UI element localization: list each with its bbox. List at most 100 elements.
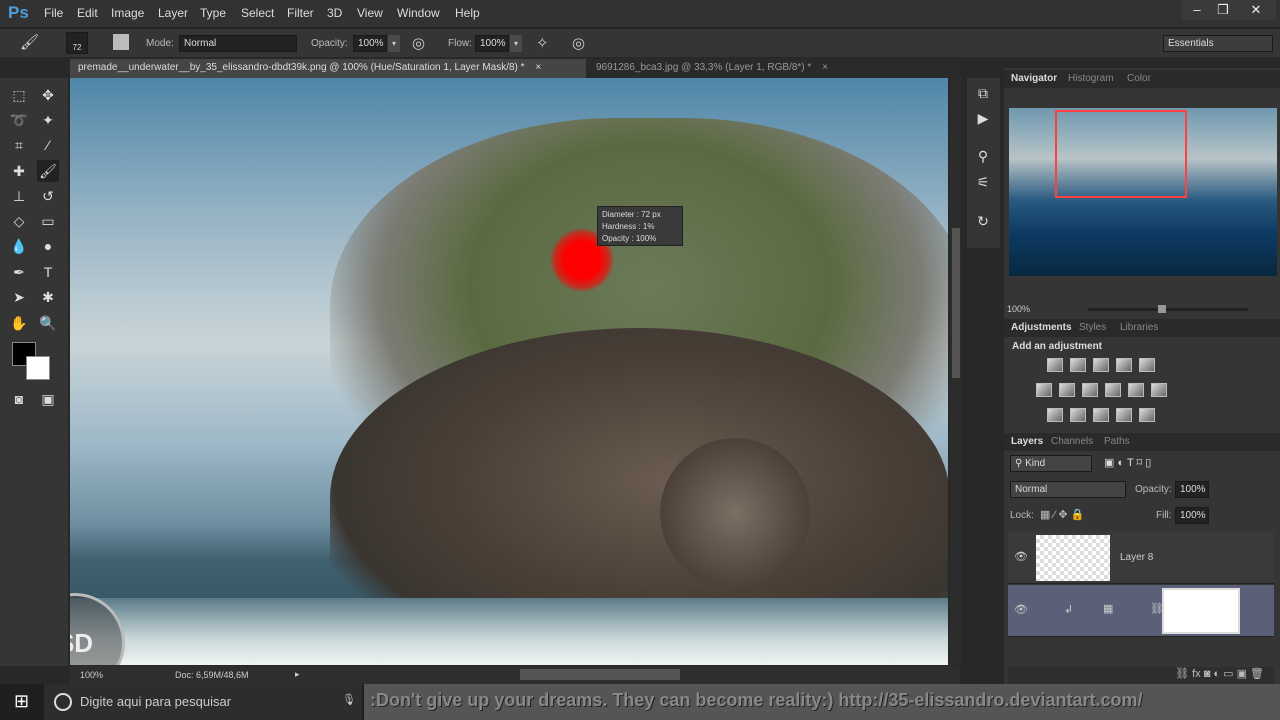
flow-input[interactable]: 100%	[475, 35, 509, 52]
tab-histogram[interactable]: Histogram	[1068, 73, 1114, 84]
menu-image[interactable]: Image	[111, 6, 144, 20]
color-lookup-icon[interactable]	[1151, 383, 1167, 397]
menu-edit[interactable]: Edit	[77, 6, 98, 20]
quick-mask-icon[interactable]: ◙	[8, 388, 30, 410]
history-brush-icon[interactable]: ↺	[37, 185, 59, 207]
filter-icons[interactable]: ▣ ◐ T ⌑ ▯	[1104, 456, 1151, 469]
photo-filter-icon[interactable]	[1105, 383, 1121, 397]
type-tool-icon[interactable]: T	[37, 261, 59, 283]
menu-filter[interactable]: Filter	[287, 6, 314, 20]
visibility-eye-icon[interactable]: 👁	[1014, 550, 1028, 563]
windows-start-icon[interactable]: ⊞	[14, 691, 29, 712]
background-color-swatch[interactable]	[26, 356, 50, 380]
opacity-input[interactable]: 100%	[353, 35, 387, 52]
tab-channels[interactable]: Channels	[1051, 436, 1093, 447]
menu-layer[interactable]: Layer	[158, 6, 188, 20]
dodge-tool-icon[interactable]: ●	[37, 235, 59, 257]
navigator-preview[interactable]	[1009, 108, 1277, 276]
magic-wand-icon[interactable]: ✦	[37, 109, 59, 131]
brightness-contrast-icon[interactable]	[1047, 358, 1063, 372]
menu-file[interactable]: File	[44, 6, 63, 20]
lasso-tool-icon[interactable]: ➰	[8, 109, 30, 131]
pressure-size-icon[interactable]: ◎	[572, 34, 585, 52]
tab-navigator[interactable]: Navigator	[1011, 73, 1057, 84]
clone-stamp-icon[interactable]: ⊥	[8, 185, 30, 207]
tab-layers[interactable]: Layers	[1011, 436, 1043, 447]
properties-icon[interactable]: ⚟	[972, 171, 994, 193]
airbrush-icon[interactable]: ✧	[536, 34, 549, 52]
layer-mask-thumbnail[interactable]	[1162, 588, 1240, 634]
close-tab-icon[interactable]: ×	[535, 62, 541, 73]
brush-tool-icon[interactable]: 🖌	[37, 160, 59, 182]
zoom-level[interactable]: 100%	[80, 670, 103, 680]
document-canvas[interactable]: Diameter : 72 px Hardness : 1% Opacity :…	[70, 78, 948, 665]
layers-footer-buttons[interactable]: ⛓ fx ◙ ◐ ▭ ▣ 🗑	[1008, 667, 1274, 684]
visibility-eye-icon[interactable]: 👁	[1014, 603, 1028, 616]
zoom-tool-icon[interactable]: 🔍	[37, 312, 59, 334]
restore-button[interactable]: ❐	[1208, 0, 1238, 20]
layer-filter-kind[interactable]: ⚲ Kind	[1010, 455, 1092, 472]
menu-type[interactable]: Type	[200, 6, 226, 20]
menu-window[interactable]: Window	[397, 6, 440, 20]
taskbar-search[interactable]: Digite aqui para pesquisar 🎙	[44, 684, 362, 720]
exposure-icon[interactable]	[1116, 358, 1132, 372]
navigator-zoom-slider[interactable]	[1088, 305, 1248, 313]
actions-play-icon[interactable]: ▶	[972, 107, 994, 129]
black-white-icon[interactable]	[1082, 383, 1098, 397]
channel-mixer-icon[interactable]	[1128, 383, 1144, 397]
brush-tool-icon[interactable]: 🖌	[20, 33, 39, 51]
hand-tool-icon[interactable]: ✋	[8, 312, 30, 334]
gradient-map-icon[interactable]	[1139, 408, 1155, 422]
close-button[interactable]: ✕	[1236, 0, 1276, 20]
tab-paths[interactable]: Paths	[1104, 436, 1130, 447]
navigator-view-box[interactable]	[1055, 110, 1187, 198]
rotate-icon[interactable]: ↻	[972, 210, 994, 232]
marquee-tool-icon[interactable]: ⬚	[8, 84, 30, 106]
shape-tool-icon[interactable]: ✱	[37, 286, 59, 308]
horizontal-scrollbar[interactable]	[520, 669, 680, 680]
levels-icon[interactable]	[1070, 358, 1086, 372]
color-balance-icon[interactable]	[1059, 383, 1075, 397]
hue-saturation-icon[interactable]	[1036, 383, 1052, 397]
menu-select[interactable]: Select	[241, 6, 274, 20]
tab-color[interactable]: Color	[1127, 73, 1151, 84]
status-menu-arrow[interactable]: ▸	[295, 669, 300, 680]
selective-color-icon[interactable]	[1116, 408, 1132, 422]
invert-icon[interactable]	[1047, 408, 1063, 422]
eyedropper-icon[interactable]: ⁄	[37, 134, 59, 156]
layer-opacity-input[interactable]: 100%	[1175, 481, 1209, 498]
blur-tool-icon[interactable]: 💧	[8, 235, 30, 257]
threshold-icon[interactable]	[1093, 408, 1109, 422]
vertical-scrollbar[interactable]	[950, 78, 962, 665]
brush-panel-icon[interactable]	[113, 34, 129, 50]
microphone-icon[interactable]: 🎙	[342, 693, 356, 706]
menu-3d[interactable]: 3D	[327, 6, 342, 20]
path-selection-icon[interactable]: ➤	[8, 286, 30, 308]
screen-mode-icon[interactable]: ▣	[37, 388, 59, 410]
opacity-dropdown[interactable]: ▾	[388, 35, 400, 52]
eraser-icon[interactable]: ◇	[8, 210, 30, 232]
fill-input[interactable]: 100%	[1175, 507, 1209, 524]
blend-mode-select[interactable]: Normal	[1010, 481, 1126, 498]
curves-icon[interactable]	[1093, 358, 1109, 372]
navigator-zoom[interactable]: 100%	[1007, 304, 1030, 314]
tab-document-1[interactable]: premade__underwater__by_35_elissandro-db…	[70, 59, 586, 78]
menu-help[interactable]: Help	[455, 6, 480, 20]
brush-presets-icon[interactable]: ⚲	[972, 145, 994, 167]
lock-icons[interactable]: ▦ ⁄ ✥ 🔒	[1040, 508, 1084, 521]
layer-row[interactable]: 👁 Layer 8	[1008, 532, 1274, 584]
flow-dropdown[interactable]: ▾	[510, 35, 522, 52]
healing-brush-icon[interactable]: ✚	[8, 160, 30, 182]
tab-libraries[interactable]: Libraries	[1120, 322, 1158, 333]
brush-size-picker[interactable]: 72	[66, 32, 88, 54]
close-tab-icon[interactable]: ×	[822, 62, 828, 73]
move-tool-icon[interactable]: ✥	[37, 84, 59, 106]
mode-select[interactable]: Normal	[179, 35, 297, 52]
tab-adjustments[interactable]: Adjustments	[1011, 322, 1072, 333]
history-icon[interactable]: ⧉	[972, 82, 994, 104]
layer-row-selected[interactable]: 👁 ↲ ▦ ⛓	[1008, 585, 1274, 637]
posterize-icon[interactable]	[1070, 408, 1086, 422]
vibrance-icon[interactable]	[1139, 358, 1155, 372]
gradient-tool-icon[interactable]: ▭	[37, 210, 59, 232]
pen-tool-icon[interactable]: ✒	[8, 261, 30, 283]
